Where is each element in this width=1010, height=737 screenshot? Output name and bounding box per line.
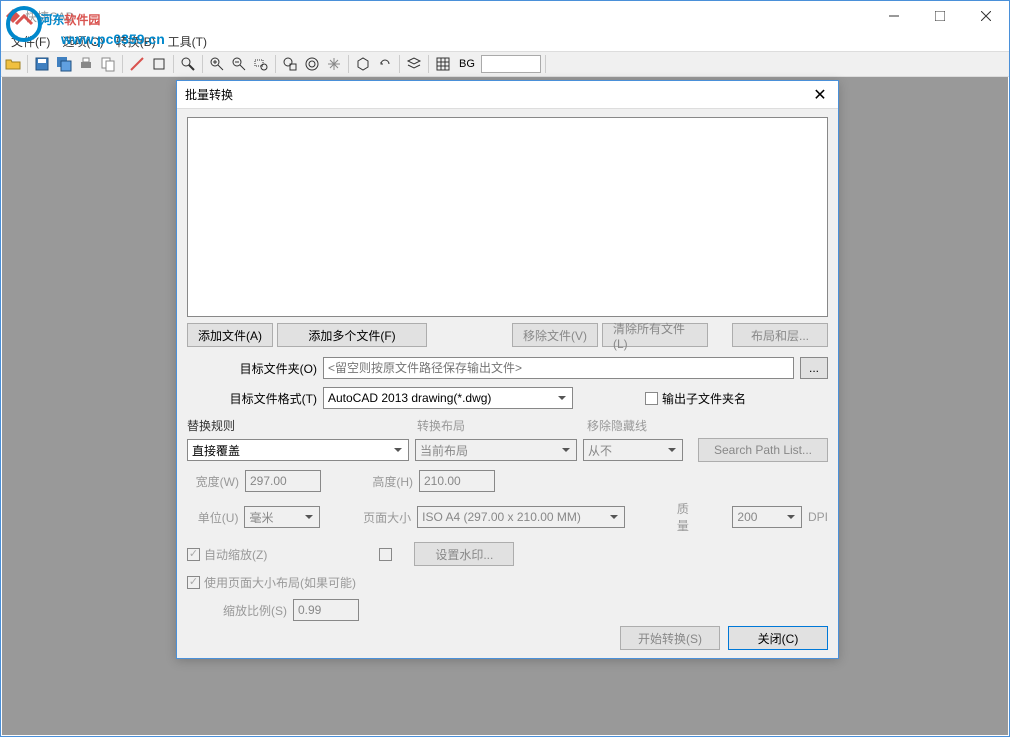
layout-layers-button[interactable]: 布局和层... — [732, 323, 828, 347]
browse-button[interactable]: ... — [800, 357, 828, 379]
zoom-out-icon[interactable] — [229, 54, 249, 74]
zoom-all-icon[interactable] — [302, 54, 322, 74]
titlebar: 快捷CAD — [1, 1, 1009, 31]
unit-select: 毫米 — [244, 506, 319, 528]
print-icon[interactable] — [76, 54, 96, 74]
start-convert-button[interactable]: 开始转换(S) — [620, 626, 720, 650]
remove-hidden-label: 移除隐藏线 — [587, 417, 647, 434]
area-icon[interactable] — [149, 54, 169, 74]
target-format-select[interactable]: AutoCAD 2013 drawing(*.dwg) — [323, 387, 573, 409]
quality-select: 200 — [732, 506, 802, 528]
close-dialog-button[interactable]: 关闭(C) — [728, 626, 828, 650]
menubar: 文件(F) 选项(O) 转换(B) 工具(T) — [1, 31, 1009, 51]
unit-label: 单位(U) — [187, 509, 238, 526]
dialog-close-button[interactable]: ✕ — [810, 85, 830, 105]
watermark-button: 设置水印... — [414, 542, 514, 566]
convert-layout-select: 当前布局 — [415, 439, 577, 461]
replace-rule-label: 替换规则 — [187, 417, 417, 434]
zoom-extents-icon[interactable] — [280, 54, 300, 74]
minimize-button[interactable] — [871, 1, 917, 31]
quality-label: 质量 — [677, 500, 701, 534]
auto-scale-checkbox: 自动缩放(Z) — [187, 546, 267, 563]
checkbox-icon — [187, 548, 200, 561]
add-multiple-button[interactable]: 添加多个文件(F) — [277, 323, 427, 347]
width-input — [245, 470, 321, 492]
checkbox-icon — [645, 392, 658, 405]
watermark-logo — [4, 4, 44, 47]
scale-ratio-input — [293, 599, 359, 621]
save-icon[interactable] — [32, 54, 52, 74]
add-file-button[interactable]: 添加文件(A) — [187, 323, 273, 347]
menu-options[interactable]: 选项(O) — [56, 31, 109, 51]
dpi-label: DPI — [808, 510, 828, 524]
clear-all-button[interactable]: 清除所有文件(L) — [602, 323, 708, 347]
target-format-label: 目标文件格式(T) — [187, 390, 317, 407]
page-size-select: ISO A4 (297.00 x 210.00 MM) — [417, 506, 625, 528]
bg-color-input[interactable] — [481, 55, 541, 73]
maximize-button[interactable] — [917, 1, 963, 31]
save-multi-icon[interactable] — [54, 54, 74, 74]
search-path-button[interactable]: Search Path List... — [698, 438, 828, 462]
height-input — [419, 470, 495, 492]
toolbar: BG — [1, 51, 1009, 77]
scale-ratio-label: 缩放比例(S) — [187, 602, 287, 619]
target-folder-label: 目标文件夹(O) — [187, 360, 317, 377]
open-icon[interactable] — [3, 54, 23, 74]
view3d-icon[interactable] — [353, 54, 373, 74]
zoom-in-icon[interactable] — [207, 54, 227, 74]
output-subfolder-checkbox[interactable]: 输出子文件夹名 — [645, 390, 746, 407]
measure-icon[interactable] — [127, 54, 147, 74]
close-button[interactable] — [963, 1, 1009, 31]
pan-icon[interactable] — [324, 54, 344, 74]
height-label: 高度(H) — [363, 473, 413, 490]
batch-convert-dialog: 批量转换 ✕ 添加文件(A) 添加多个文件(F) 移除文件(V) 清除所有文件(… — [176, 80, 839, 659]
remove-hidden-select: 从不 — [583, 439, 683, 461]
file-list[interactable] — [187, 117, 828, 317]
convert-layout-label: 转换布局 — [417, 417, 587, 434]
grid-icon[interactable] — [433, 54, 453, 74]
layers-icon[interactable] — [404, 54, 424, 74]
remove-file-button[interactable]: 移除文件(V) — [512, 323, 598, 347]
menu-tools[interactable]: 工具(T) — [162, 31, 213, 51]
watermark-checkbox — [379, 548, 392, 561]
target-folder-input[interactable] — [323, 357, 794, 379]
dialog-title: 批量转换 — [185, 86, 233, 103]
zoom-window-icon[interactable] — [251, 54, 271, 74]
menu-convert[interactable]: 转换(B) — [110, 31, 162, 51]
page-size-label: 页面大小 — [362, 509, 411, 526]
dialog-titlebar: 批量转换 ✕ — [177, 81, 838, 109]
use-page-layout-checkbox: 使用页面大小布局(如果可能) — [187, 574, 356, 591]
checkbox-icon — [187, 576, 200, 589]
rotate-icon[interactable] — [375, 54, 395, 74]
bg-label: BG — [455, 58, 479, 70]
width-label: 宽度(W) — [187, 473, 239, 490]
replace-rule-select[interactable]: 直接覆盖 — [187, 439, 409, 461]
find-icon[interactable] — [178, 54, 198, 74]
copy-icon[interactable] — [98, 54, 118, 74]
